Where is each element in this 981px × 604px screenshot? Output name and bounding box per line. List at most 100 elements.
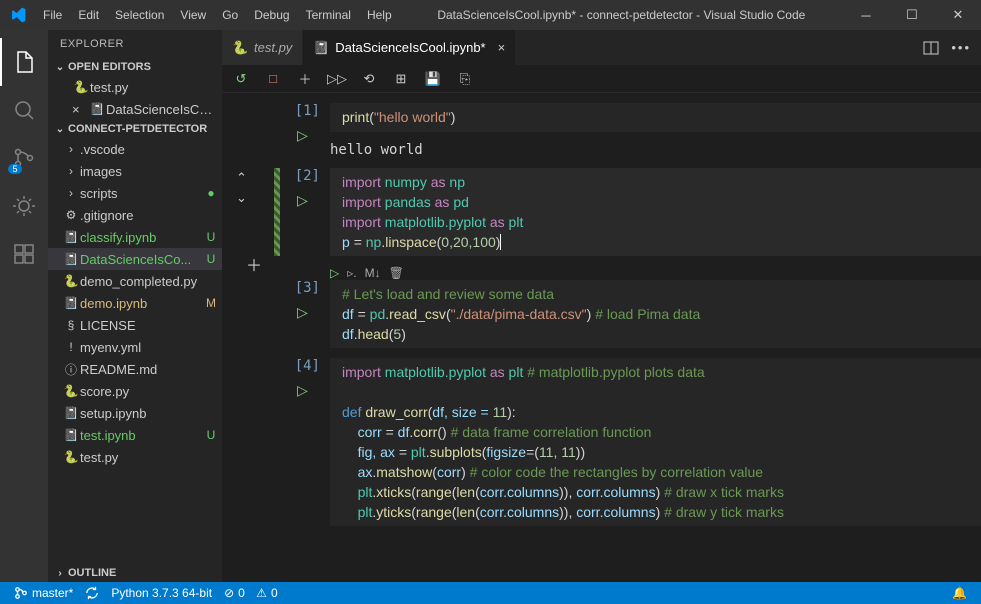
tree-file[interactable]: ⓘREADME.md	[48, 358, 222, 380]
tree-file[interactable]: §LICENSE	[48, 314, 222, 336]
add-cell-below-icon[interactable]: ＋	[246, 252, 262, 276]
token-var: fig, ax	[358, 444, 395, 460]
interrupt-icon[interactable]: □	[264, 70, 282, 88]
tree-file[interactable]: 📓demo.ipynbM	[48, 292, 222, 314]
token-fn: yticks	[376, 504, 411, 520]
activity-debug-icon[interactable]	[0, 182, 48, 230]
status-notifications-icon[interactable]: 🔔	[946, 586, 973, 600]
token-cmt: # load Pima data	[595, 306, 700, 322]
token-kw: as	[435, 194, 450, 210]
menu-terminal[interactable]: Terminal	[298, 0, 359, 30]
open-editor-item[interactable]: 🐍test.py	[48, 76, 222, 98]
tab-notebook[interactable]: 📓DataScienceIsCool.ipynb*×	[303, 30, 516, 65]
code-editor[interactable]: import matplotlib.pyplot as plt # matplo…	[330, 358, 981, 526]
cell-actions: ▷ ▹. M↓ 🗑	[330, 266, 981, 280]
tab-testpy[interactable]: 🐍 test.py	[222, 30, 303, 65]
tree-file[interactable]: 📓setup.ipynb	[48, 402, 222, 424]
tree-file[interactable]: 📓test.ipynbU	[48, 424, 222, 446]
chevron-up-icon[interactable]: ⌃	[236, 170, 247, 186]
variables-icon[interactable]: ⊞	[392, 70, 410, 88]
run-cell-icon[interactable]: ▷	[297, 304, 308, 321]
notebook-cell[interactable]: ⌃ ⌄ [2] import numpy as np import pandas…	[222, 168, 981, 256]
python-icon: 🐍	[62, 384, 80, 398]
menu-edit[interactable]: Edit	[70, 0, 107, 30]
python-icon: 🐍	[62, 450, 80, 464]
open-editor-item[interactable]: ×📓DataScienceIsCoo...	[48, 98, 222, 120]
token-fn: range	[416, 504, 452, 520]
notebook-cell[interactable]: [1] print("hello world") ▷	[222, 103, 981, 132]
tree-file[interactable]: 📓DataScienceIsCo...U	[48, 248, 222, 270]
save-icon[interactable]: 💾	[424, 70, 442, 88]
token-mod: matplotlib.pyplot	[385, 364, 486, 380]
menu-debug[interactable]: Debug	[246, 0, 297, 30]
tree-file[interactable]: 🐍demo_completed.py	[48, 270, 222, 292]
tree-label: .vscode	[80, 142, 218, 157]
chevron-down-icon[interactable]: ⌄	[236, 190, 247, 206]
menu-help[interactable]: Help	[359, 0, 400, 30]
run-cell-icon[interactable]: ▷	[297, 192, 308, 209]
split-editor-icon[interactable]	[923, 40, 939, 56]
add-cell-icon[interactable]: ＋	[296, 70, 314, 88]
tree-folder[interactable]: ›images	[48, 160, 222, 182]
tree-file[interactable]: ⚙.gitignore	[48, 204, 222, 226]
activity-extensions-icon[interactable]	[0, 230, 48, 278]
run-all-icon[interactable]: ▷▷	[328, 70, 346, 88]
python-icon: 🐍	[232, 40, 248, 56]
status-branch[interactable]: master*	[8, 582, 79, 604]
menu-selection[interactable]: Selection	[107, 0, 172, 30]
token-kw: as	[490, 214, 505, 230]
close-tab-icon[interactable]: ×	[498, 40, 506, 55]
tree-file[interactable]: 🐍score.py	[48, 380, 222, 402]
notebook-cell[interactable]: [3] # Let's load and review some data df…	[222, 280, 981, 348]
token-fn: xticks	[376, 484, 411, 500]
undo-icon[interactable]: ↺	[232, 70, 250, 88]
tree-file[interactable]: 🐍test.py	[48, 446, 222, 468]
editor-area: 🐍test.py 📓DataScienceIsCool.ipynb*× ••• …	[222, 30, 981, 582]
run-cell-icon[interactable]: ▷	[297, 382, 308, 399]
tree-file[interactable]: !myenv.yml	[48, 336, 222, 358]
token-fn: matshow	[376, 464, 432, 480]
export-icon[interactable]: ⎘	[456, 70, 474, 88]
notebook-body[interactable]: [1] print("hello world") ▷ hello world ⌃…	[222, 93, 981, 582]
run-cell-icon[interactable]: ▷	[330, 266, 339, 280]
notebook-cell[interactable]: [4] import matplotlib.pyplot as plt # ma…	[222, 358, 981, 526]
sidebar-title: EXPLORER	[48, 30, 222, 58]
menu-file[interactable]: File	[35, 0, 70, 30]
minimize-icon[interactable]: ─	[843, 0, 889, 30]
run-cell-icon[interactable]: ▷	[297, 127, 308, 144]
section-project[interactable]: ⌄CONNECT-PETDETECTOR	[48, 120, 222, 138]
close-icon[interactable]: ✕	[935, 0, 981, 30]
status-problems[interactable]: ⊘0 ⚠0	[218, 582, 284, 604]
activity-scm-icon[interactable]: 5	[0, 134, 48, 182]
delete-cell-icon[interactable]: 🗑	[389, 266, 404, 280]
activity-explorer-icon[interactable]	[0, 38, 48, 86]
restart-icon[interactable]: ⟲	[360, 70, 378, 88]
tree-folder[interactable]: ›scripts●	[48, 182, 222, 204]
run-by-line-icon[interactable]: ▹.	[347, 266, 356, 280]
code-editor[interactable]: print("hello world")	[330, 103, 981, 132]
vscode-logo-icon	[0, 7, 35, 23]
tab-label: test.py	[254, 40, 292, 55]
token-mod: plt	[509, 214, 524, 230]
close-editor-icon[interactable]: ×	[72, 102, 88, 117]
status-python[interactable]: Python 3.7.3 64-bit	[105, 582, 218, 604]
section-outline[interactable]: ›OUTLINE	[48, 564, 222, 582]
token-kw: as	[431, 174, 446, 190]
maximize-icon[interactable]: ☐	[889, 0, 935, 30]
code-editor[interactable]: import numpy as np import pandas as pd i…	[330, 168, 981, 256]
more-icon[interactable]: •••	[951, 40, 971, 55]
markdown-icon[interactable]: M↓	[365, 266, 381, 280]
tree-file[interactable]: 📓classify.ipynbU	[48, 226, 222, 248]
tree-folder[interactable]: ›.vscode	[48, 138, 222, 160]
token-mod: np	[449, 174, 465, 190]
status-sync[interactable]	[79, 582, 105, 604]
chevron-right-icon: ›	[62, 142, 80, 156]
token-kw: import	[342, 194, 381, 210]
warning-count: 0	[271, 586, 278, 600]
activity-search-icon[interactable]	[0, 86, 48, 134]
notebook-icon: 📓	[62, 406, 80, 420]
menu-view[interactable]: View	[172, 0, 214, 30]
section-open-editors[interactable]: ⌄OPEN EDITORS	[48, 58, 222, 76]
menu-go[interactable]: Go	[214, 0, 246, 30]
code-editor[interactable]: # Let's load and review some data df = p…	[330, 280, 981, 348]
